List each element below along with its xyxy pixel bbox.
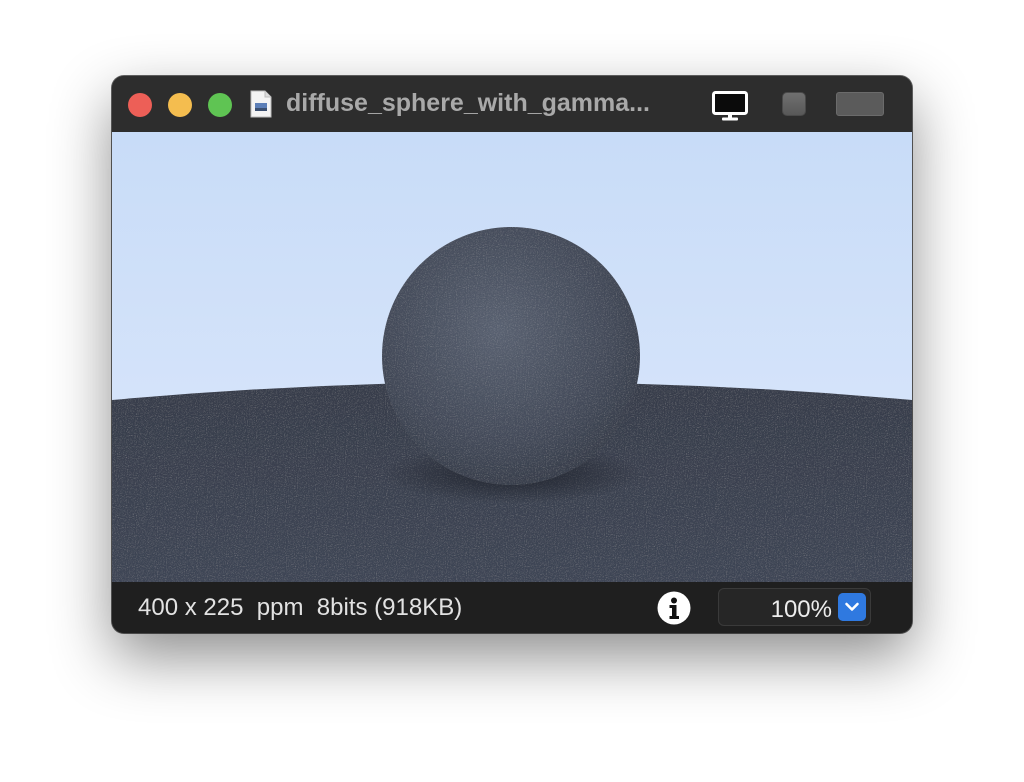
rect-button[interactable] <box>836 92 884 116</box>
sphere <box>382 227 640 485</box>
close-button[interactable] <box>128 93 152 117</box>
image-viewport <box>112 132 912 582</box>
zoom-select[interactable]: 100% <box>718 588 871 626</box>
rendered-image <box>112 132 912 582</box>
image-dimensions: 400 x 225 <box>138 594 244 621</box>
window-title: diffuse_sphere_with_gamma... <box>286 89 651 117</box>
chevron-down-icon[interactable] <box>838 593 866 621</box>
title-bar[interactable]: diffuse_sphere_with_gamma... <box>112 76 912 132</box>
minimize-button[interactable] <box>168 93 192 117</box>
image-bits: 8bits <box>316 594 368 621</box>
image-info-text: 400 x 225 ppm 8bits (918KB) <box>138 594 462 622</box>
image-size: (918KB) <box>374 594 463 621</box>
zoom-value: 100% <box>770 596 832 623</box>
image-format: ppm <box>256 594 304 621</box>
info-icon[interactable] <box>657 591 691 625</box>
image-viewer-window: diffuse_sphere_with_gamma... 400 x 225 p… <box>112 76 912 633</box>
monitor-icon[interactable] <box>712 91 748 121</box>
document-icon[interactable] <box>249 90 273 118</box>
status-bar: 400 x 225 ppm 8bits (918KB) 100% <box>112 582 912 633</box>
square-button[interactable] <box>782 92 806 116</box>
zoom-button[interactable] <box>208 93 232 117</box>
